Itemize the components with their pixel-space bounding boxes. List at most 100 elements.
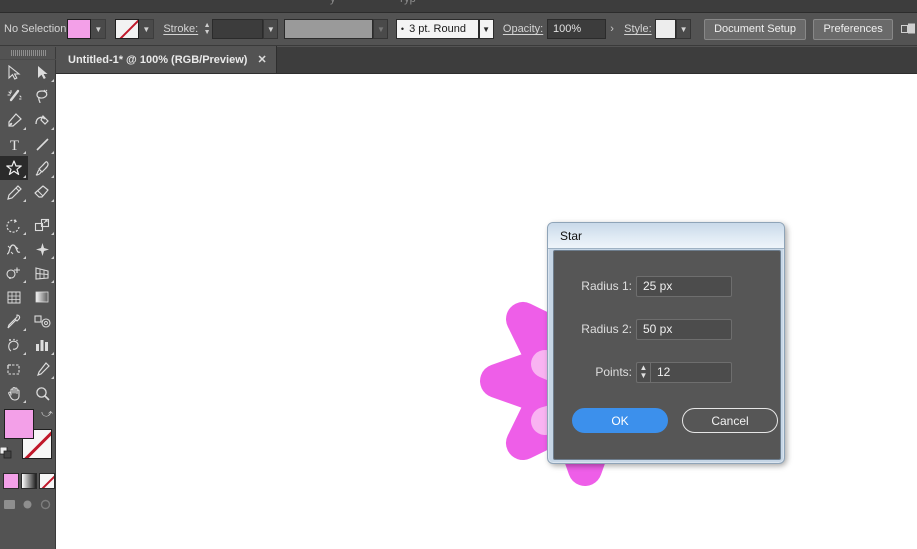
document-tab[interactable]: Untitled-1* @ 100% (RGB/Preview) ✕: [56, 46, 277, 73]
close-icon[interactable]: ✕: [257, 53, 266, 66]
document-setup-button[interactable]: Document Setup: [704, 18, 807, 40]
draw-behind-icon[interactable]: [18, 495, 36, 513]
selection-tool[interactable]: [0, 60, 28, 84]
preferences-button[interactable]: Preferences: [813, 18, 893, 40]
default-fill-stroke-icon[interactable]: [0, 446, 12, 459]
shape-builder-tool[interactable]: [0, 261, 28, 285]
draw-normal-icon[interactable]: [0, 495, 18, 513]
radius-2-input[interactable]: 50 px: [636, 318, 732, 340]
perspective-grid-tool[interactable]: [28, 261, 56, 285]
lasso-tool[interactable]: [28, 84, 56, 108]
tool-flyout-marker: [51, 280, 54, 283]
tool-flyout-marker: [51, 352, 54, 355]
points-label: Points:: [595, 365, 632, 379]
tool-flyout-marker: [23, 328, 26, 331]
tool-flyout-marker: [51, 256, 54, 259]
slice-tool[interactable]: [28, 357, 56, 381]
radius-2-row: Radius 2: 50 px: [554, 318, 782, 340]
caret-down-icon[interactable]: ▼: [204, 29, 211, 36]
menu-ghost-item-1: Typ: [398, 0, 416, 5]
canvas-area[interactable]: [56, 74, 917, 549]
tool-flyout-marker: [51, 175, 54, 178]
selection-status: No Selection: [4, 23, 67, 35]
points-stepper[interactable]: ▲ ▼: [636, 361, 650, 383]
free-transform-tool[interactable]: [28, 237, 56, 261]
chevron-down-icon[interactable]: ▼: [263, 19, 279, 39]
mesh-tool[interactable]: [0, 285, 28, 309]
gradient-mode-button[interactable]: [21, 473, 37, 489]
style-label: Style:: [624, 23, 652, 35]
cancel-button[interactable]: Cancel: [682, 408, 778, 433]
line-segment-tool[interactable]: [28, 132, 56, 156]
chevron-down-icon[interactable]: ▼: [373, 19, 389, 39]
tool-flyout-marker: [23, 127, 26, 130]
symbol-sprayer-tool[interactable]: [0, 333, 28, 357]
document-tab-bar: Untitled-1* @ 100% (RGB/Preview) ✕: [56, 46, 917, 74]
magic-wand-tool[interactable]: [0, 84, 28, 108]
ok-button[interactable]: OK: [572, 408, 668, 433]
star-shape[interactable]: [56, 74, 917, 549]
radius-2-label: Radius 2:: [581, 322, 632, 336]
swap-fill-stroke-icon[interactable]: ⤻: [40, 407, 54, 421]
tool-grid: T: [0, 60, 56, 405]
tool-flyout-marker: [51, 232, 54, 235]
caret-up-icon[interactable]: ▲: [204, 22, 211, 29]
stroke-profile-input[interactable]: [283, 19, 374, 39]
stroke-color-control[interactable]: ▼: [115, 19, 155, 39]
fill-color-swatch[interactable]: [4, 409, 34, 439]
artboard-tool[interactable]: [0, 357, 28, 381]
arrange-documents-icon[interactable]: [900, 19, 917, 39]
width-tool[interactable]: [0, 237, 28, 261]
screen-mode-row: [0, 495, 56, 513]
column-graph-tool[interactable]: [28, 333, 56, 357]
star-tool[interactable]: [0, 156, 28, 180]
control-bar: No Selection ▼ ▼ Stroke: ▲ ▼ ▼ ▼ • 3 pt.…: [0, 13, 917, 46]
radius-1-input[interactable]: 25 px: [636, 275, 732, 297]
rotate-tool[interactable]: [0, 213, 28, 237]
radius-1-row: Radius 1: 25 px: [554, 275, 782, 297]
tool-flyout-marker: [51, 376, 54, 379]
panel-grip-icon[interactable]: [0, 47, 56, 60]
stroke-swatch-none-icon[interactable]: [115, 19, 140, 39]
blend-tool[interactable]: [28, 309, 56, 333]
chevron-right-icon[interactable]: ›: [606, 19, 619, 39]
fill-stroke-widget: ⤻: [0, 407, 56, 469]
star-dialog: Star Radius 1: 25 px Radius 2: 50 px Poi…: [547, 222, 785, 464]
tool-flyout-marker: [23, 352, 26, 355]
curvature-tool[interactable]: [28, 108, 56, 132]
points-input[interactable]: 12: [650, 361, 732, 383]
radius-1-label: Radius 1:: [581, 279, 632, 293]
chevron-down-icon[interactable]: ▼: [676, 19, 692, 39]
eraser-tool[interactable]: [28, 180, 56, 204]
direct-selection-tool[interactable]: [28, 60, 56, 84]
gradient-tool[interactable]: [28, 285, 56, 309]
fill-color-control[interactable]: ▼: [67, 19, 107, 39]
stroke-weight-input[interactable]: [212, 19, 264, 39]
pencil-tool[interactable]: [0, 180, 28, 204]
hand-tool[interactable]: [0, 381, 28, 405]
chevron-down-icon[interactable]: ▼: [139, 19, 155, 39]
eyedropper-tool[interactable]: [0, 309, 28, 333]
type-tool[interactable]: T: [0, 132, 28, 156]
caret-down-icon[interactable]: ▼: [640, 372, 648, 380]
tool-flyout-marker: [23, 232, 26, 235]
style-swatch[interactable]: [655, 19, 677, 39]
fill-swatch[interactable]: [67, 19, 92, 39]
dialog-title: Star: [560, 228, 583, 243]
screen-mode-icon[interactable]: [36, 495, 54, 513]
zoom-tool[interactable]: [28, 381, 56, 405]
svg-text:T: T: [9, 138, 18, 152]
opacity-input[interactable]: 100%: [546, 19, 606, 39]
brush-dot-icon: •: [400, 24, 405, 34]
scale-tool[interactable]: [28, 213, 56, 237]
brush-definition-select[interactable]: • 3 pt. Round: [395, 19, 479, 39]
color-mode-button[interactable]: [3, 473, 19, 489]
dialog-title-bar: Star: [548, 223, 784, 249]
none-mode-button[interactable]: [39, 473, 55, 489]
paintbrush-tool[interactable]: [28, 156, 56, 180]
tool-separator: [0, 204, 56, 213]
chevron-down-icon[interactable]: ▼: [91, 19, 107, 39]
chevron-down-icon[interactable]: ▼: [478, 19, 494, 39]
stroke-weight-stepper[interactable]: ▲ ▼: [202, 19, 212, 39]
pen-tool[interactable]: [0, 108, 28, 132]
